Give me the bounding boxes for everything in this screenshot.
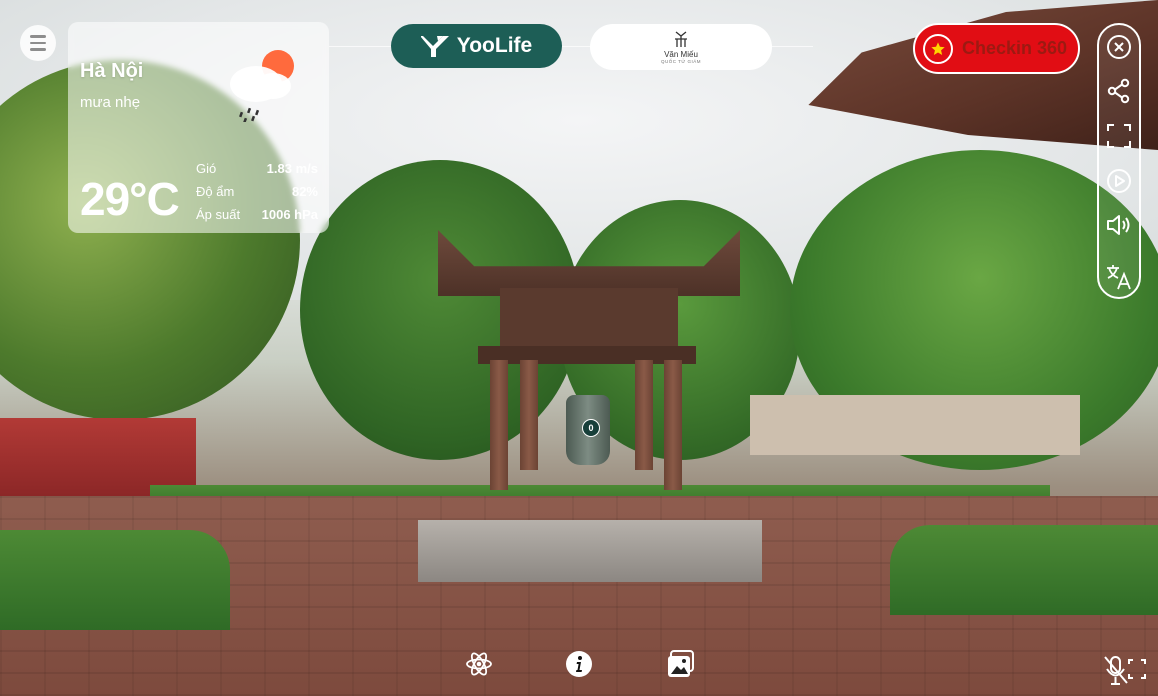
weather-stat-row: Độ ẩm 82% bbox=[196, 180, 318, 203]
rain-cloud-sun-icon bbox=[230, 50, 294, 122]
weather-city: Hà Nội bbox=[80, 60, 144, 82]
atom-icon[interactable] bbox=[464, 648, 494, 680]
checkin-360-button[interactable]: Checkin 360 bbox=[913, 23, 1080, 74]
partner-name: Văn Miếu bbox=[664, 50, 698, 59]
vietnam-flag-star-icon bbox=[923, 33, 953, 64]
stat-label: Gió bbox=[196, 161, 217, 176]
van-mieu-logo-icon bbox=[675, 31, 687, 47]
pavilion-pillar bbox=[635, 360, 653, 470]
pavilion-base bbox=[418, 520, 762, 582]
weather-widget: Hà Nội mưa nhẹ 29°C Gió 1.83 m/s Độ ẩm 8… bbox=[68, 22, 329, 233]
stat-value: 1006 hPa bbox=[261, 207, 318, 222]
partner-logo-button[interactable]: Văn Miếu QUỐC TỬ GIÁM bbox=[590, 24, 772, 70]
checkin-label: Checkin 360 bbox=[962, 38, 1068, 58]
pavilion-upper-story bbox=[500, 288, 678, 350]
play-icon[interactable] bbox=[1105, 167, 1133, 195]
pavilion-pillar bbox=[520, 360, 538, 470]
weather-stat-row: Áp suất 1006 hPa bbox=[196, 203, 318, 226]
voice-control-icon[interactable] bbox=[1102, 654, 1146, 688]
yoolife-brand-button[interactable]: YooLife bbox=[391, 24, 562, 68]
weather-stat-row: Gió 1.83 m/s bbox=[196, 157, 318, 180]
yoolife-logo-icon bbox=[420, 36, 449, 57]
hamburger-line bbox=[30, 35, 46, 38]
gallery-icon[interactable] bbox=[666, 648, 696, 680]
weather-description: mưa nhẹ bbox=[80, 94, 141, 111]
stat-label: Độ ẩm bbox=[196, 184, 235, 199]
share-icon[interactable] bbox=[1105, 77, 1133, 105]
hotspot-label: 0 bbox=[588, 423, 594, 433]
fullscreen-icon[interactable] bbox=[1105, 122, 1133, 150]
hamburger-line bbox=[30, 48, 46, 51]
distant-building bbox=[750, 395, 1080, 455]
translate-icon[interactable] bbox=[1105, 263, 1133, 291]
partner-subtitle: QUỐC TỬ GIÁM bbox=[660, 59, 701, 64]
menu-button[interactable] bbox=[20, 25, 56, 61]
brand-name: YooLife bbox=[456, 34, 533, 57]
lawn-left bbox=[0, 530, 230, 630]
right-toolbar bbox=[1097, 23, 1141, 299]
volume-icon[interactable] bbox=[1105, 211, 1133, 239]
close-icon[interactable] bbox=[1105, 33, 1133, 61]
stat-value: 82% bbox=[291, 184, 318, 199]
pavilion-pillar bbox=[664, 360, 682, 490]
hamburger-line bbox=[30, 41, 46, 45]
lawn-right bbox=[890, 525, 1158, 615]
info-icon[interactable] bbox=[564, 648, 594, 680]
weather-stats: Gió 1.83 m/s Độ ẩm 82% Áp suất 1006 hPa bbox=[196, 157, 318, 226]
pavilion-pillar bbox=[490, 360, 508, 490]
weather-temperature: 29°C bbox=[80, 173, 180, 225]
stat-label: Áp suất bbox=[196, 207, 241, 222]
scene-hotspot[interactable]: 0 bbox=[582, 419, 600, 437]
stat-value: 1.83 m/s bbox=[266, 161, 318, 176]
